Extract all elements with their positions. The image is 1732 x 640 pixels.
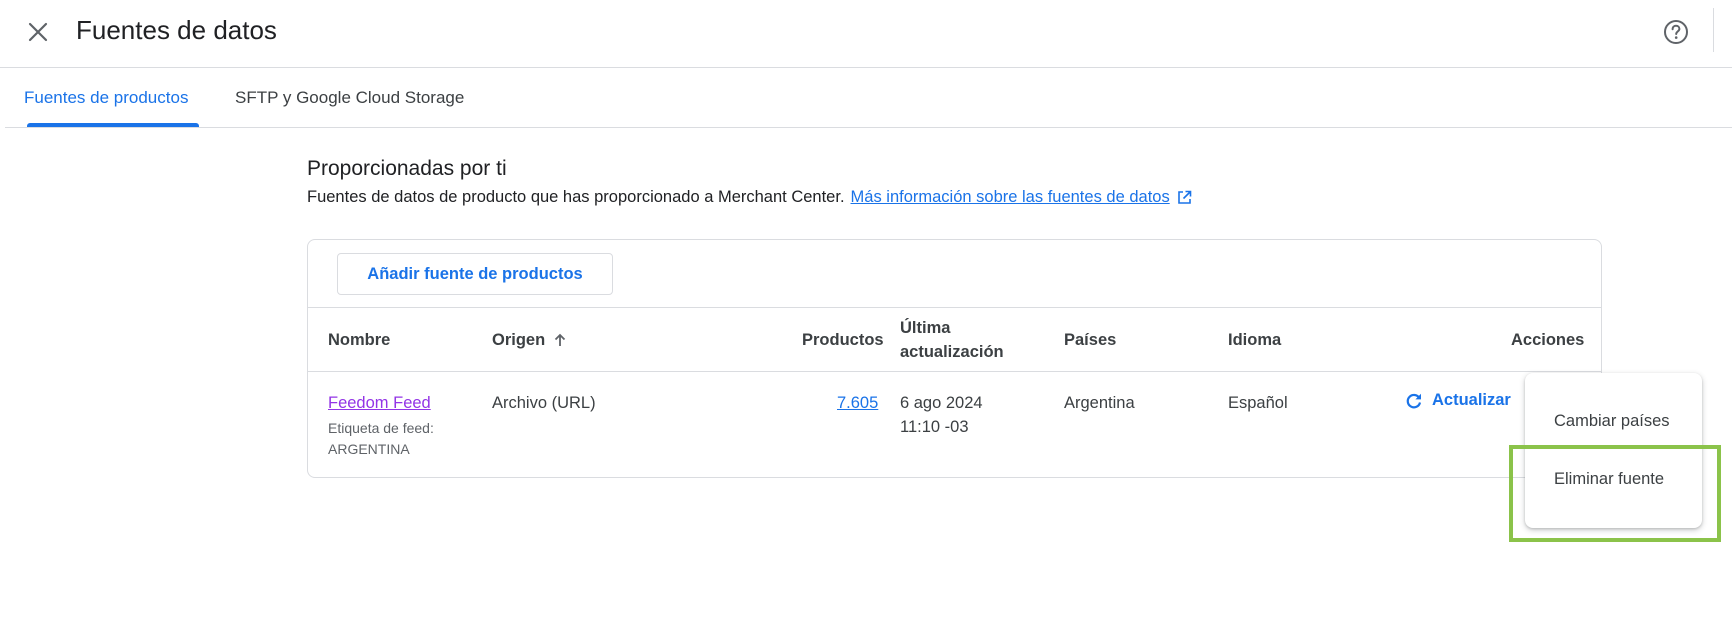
topbar-divider xyxy=(1713,8,1714,52)
feed-updated-time: 11:10 -03 xyxy=(900,418,969,436)
column-header-origen-label: Origen xyxy=(492,331,546,349)
feed-label-line2: ARGENTINA xyxy=(328,441,410,457)
feed-name[interactable]: Feedom Feed xyxy=(328,394,431,412)
feed-label-line1: Etiqueta de feed: xyxy=(328,420,434,436)
header-divider xyxy=(308,371,1601,372)
help-circle-icon xyxy=(1664,20,1688,44)
feed-products-cell[interactable]: 7.605 xyxy=(837,391,878,415)
arrow-up-icon xyxy=(555,333,566,346)
tab-sftp-google-cloud-storage[interactable]: SFTP y Google Cloud Storage xyxy=(235,68,464,127)
column-header-idioma: Idioma xyxy=(1228,331,1282,349)
tab-fuentes-de-productos[interactable]: Fuentes de productos xyxy=(24,68,188,127)
feed-origin: Archivo (URL) xyxy=(492,394,596,412)
menu-item-cambiar-paises[interactable]: Cambiar países xyxy=(1525,397,1702,445)
refresh-icon xyxy=(1406,393,1422,408)
feed-language: Español xyxy=(1228,394,1288,412)
active-tab-indicator xyxy=(27,123,199,127)
tab-bar: Fuentes de productos SFTP y Google Cloud… xyxy=(5,68,1732,128)
card-divider xyxy=(308,307,1601,308)
column-header-ultima-actualizacion: Última actualización xyxy=(900,316,1004,364)
feed-products-link[interactable]: 7.605 xyxy=(837,394,878,412)
section-description-text: Fuentes de datos de producto que has pro… xyxy=(307,188,845,206)
learn-more-link[interactable]: Más información sobre las fuentes de dat… xyxy=(851,188,1170,207)
update-button-label: Actualizar xyxy=(1432,391,1511,409)
page-title: Fuentes de datos xyxy=(76,15,277,45)
column-header-paises: Países xyxy=(1064,331,1117,349)
section-title: Proporcionadas por ti xyxy=(307,157,507,180)
feed-name-link[interactable]: Feedom Feed xyxy=(328,391,431,415)
column-header-nombre: Nombre xyxy=(328,331,391,349)
section-description: Fuentes de datos de producto que has pro… xyxy=(307,188,1192,207)
menu-item-eliminar-fuente[interactable]: Eliminar fuente xyxy=(1525,455,1702,503)
column-header-ultima-line2: actualización xyxy=(900,343,1004,361)
close-button[interactable] xyxy=(22,16,54,48)
update-button[interactable]: Actualizar xyxy=(1405,391,1511,410)
column-header-origen[interactable]: Origen xyxy=(492,328,567,352)
column-header-ultima-line1: Última xyxy=(900,319,951,337)
open-in-new-icon[interactable] xyxy=(1177,190,1192,205)
feed-updated-date: 6 ago 2024 xyxy=(900,394,983,412)
feed-label: Etiqueta de feed: ARGENTINA xyxy=(328,418,434,460)
column-header-acciones: Acciones xyxy=(1511,331,1585,349)
feed-last-updated: 6 ago 2024 11:10 -03 xyxy=(900,391,983,439)
column-header-productos: Productos xyxy=(802,331,884,349)
top-bar: Fuentes de datos xyxy=(0,0,1732,68)
data-sources-card: Añadir fuente de productos Nombre Origen… xyxy=(307,239,1602,478)
help-button[interactable] xyxy=(1658,14,1694,50)
actions-menu: Cambiar países Eliminar fuente xyxy=(1525,373,1702,528)
add-product-source-button[interactable]: Añadir fuente de productos xyxy=(337,253,613,295)
close-icon xyxy=(28,22,48,42)
feed-countries: Argentina xyxy=(1064,394,1135,412)
